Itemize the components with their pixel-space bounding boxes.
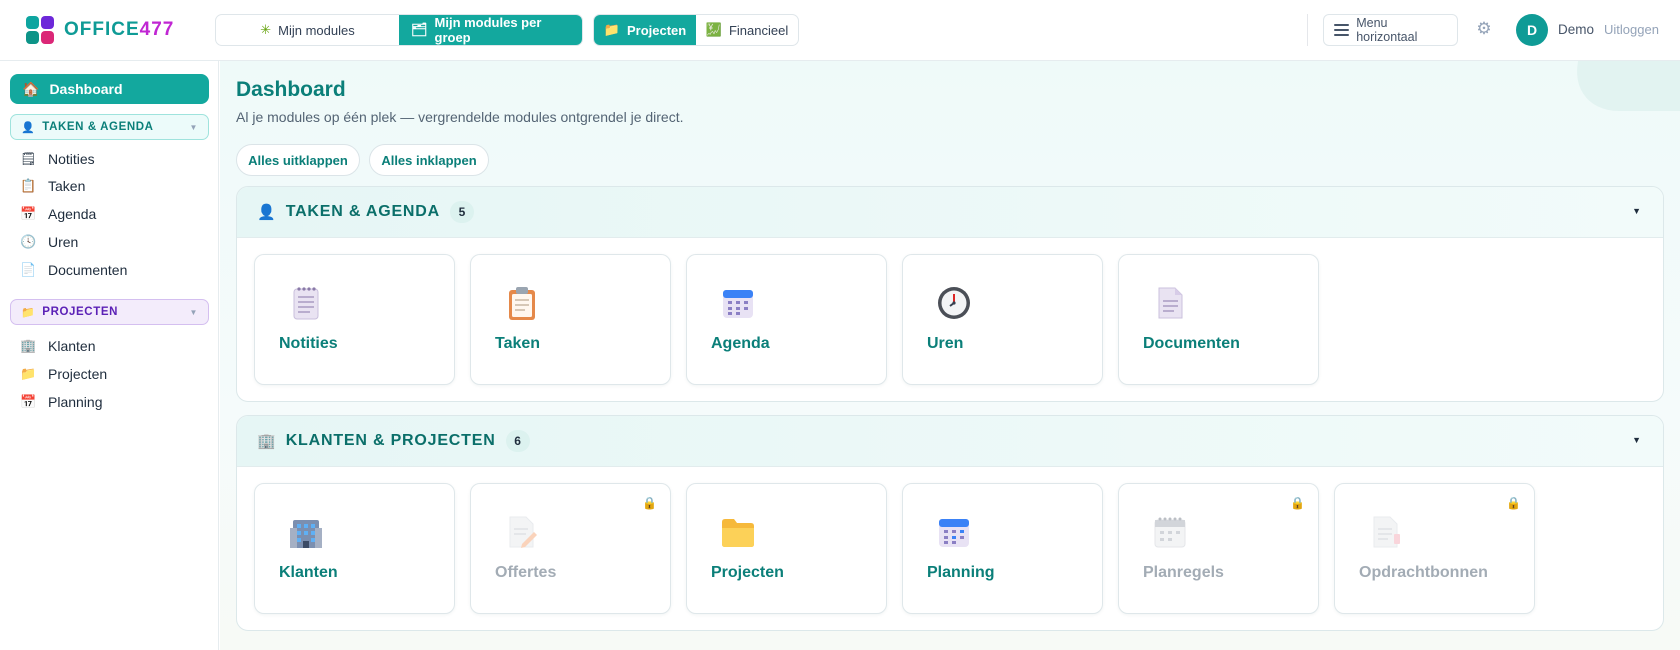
tab-mijn-modules[interactable]: ✳ Mijn modules <box>216 15 399 45</box>
puzzle-icon: ✳ <box>260 22 272 37</box>
sidebar-group-projecten[interactable]: 📁 PROJECTEN ▼ <box>10 299 209 325</box>
module-card-uren[interactable]: Uren <box>902 254 1103 385</box>
sidebar: 🏠 Dashboard 👤 TAKEN & AGENDA ▼ 🗒 Notitie… <box>0 61 219 650</box>
sidebar-group-taken-agenda[interactable]: 👤 TAKEN & AGENDA ▼ <box>10 114 209 140</box>
quote-document-icon <box>509 516 537 548</box>
module-view-switch: ✳ Mijn modules 🗂 Mijn modules per groep <box>215 14 583 46</box>
page-subtitle: Al je modules op één plek — vergrendelde… <box>236 109 684 125</box>
module-card-agenda[interactable]: Agenda <box>686 254 887 385</box>
module-card-klanten[interactable]: Klanten <box>254 483 455 614</box>
menu-horizontal-button[interactable]: Menu horizontaal <box>1323 14 1458 46</box>
module-card-projecten[interactable]: Projecten <box>686 483 887 614</box>
lock-icon: 🔒 <box>1506 496 1521 510</box>
section-taken-agenda: 👤 TAKEN & AGENDA 5 ▼ Notities Taken Agen… <box>236 186 1664 402</box>
expand-all-button[interactable]: Alles uitklappen <box>236 144 360 176</box>
folder-icon: 📁 <box>21 306 36 319</box>
avatar[interactable]: D <box>1516 14 1548 46</box>
tab-mijn-modules-per-groep[interactable]: 🗂 Mijn modules per groep <box>399 15 582 45</box>
gear-icon[interactable]: ⚙ <box>1475 20 1493 38</box>
order-document-icon <box>1373 516 1400 548</box>
folder-icon: 📁 <box>20 366 37 381</box>
module-card-notities[interactable]: Notities <box>254 254 455 385</box>
tab-financieel[interactable]: 💹 Financieel <box>696 15 798 45</box>
collapse-all-button[interactable]: Alles inklappen <box>369 144 489 176</box>
building-icon <box>290 520 322 548</box>
chevron-down-icon: ▼ <box>189 122 198 132</box>
chevron-down-icon[interactable]: ▼ <box>1632 206 1641 216</box>
lock-icon: 🔒 <box>1290 496 1305 510</box>
calendar-icon <box>723 290 753 318</box>
calendar-icon <box>939 519 969 547</box>
divider <box>1307 14 1308 46</box>
notepad-icon: 🗒 <box>20 151 37 166</box>
user-name: Demo <box>1558 22 1595 37</box>
section-header[interactable]: 👤 TAKEN & AGENDA 5 ▼ <box>237 187 1663 238</box>
tab-projecten[interactable]: 📁 Projecten <box>594 15 696 45</box>
brand-name: OFFICE477 <box>64 19 175 40</box>
clock-icon <box>938 287 970 319</box>
sidebar-item-taken[interactable]: 📋 Taken <box>20 175 85 197</box>
notepad-icon <box>293 287 319 320</box>
clipboard-icon <box>509 287 535 320</box>
logout-link[interactable]: Uitloggen <box>1604 22 1659 37</box>
folder-icon: 📁 <box>603 22 620 37</box>
finance-icon: 💹 <box>705 22 722 37</box>
module-card-planregels[interactable]: 🔒 Planregels <box>1118 483 1319 614</box>
document-icon <box>1158 287 1183 319</box>
sidebar-item-documenten[interactable]: 📄 Documenten <box>20 259 127 281</box>
count-badge: 5 <box>450 201 474 223</box>
logo-mark-icon <box>26 16 54 44</box>
building-icon: 🏢 <box>257 433 276 450</box>
section-klanten-projecten: 🏢 KLANTEN & PROJECTEN 6 ▼ Klanten 🔒 Offe… <box>236 415 1664 631</box>
spiral-calendar-icon <box>1154 517 1186 548</box>
clock-icon: 🕓 <box>20 234 37 249</box>
chevron-down-icon: ▼ <box>189 307 198 317</box>
document-icon: 📄 <box>20 262 37 277</box>
sidebar-item-dashboard[interactable]: 🏠 Dashboard <box>10 74 209 104</box>
hamburger-icon <box>1334 24 1349 36</box>
module-cards: Notities Taken Agenda Uren Documenten <box>237 238 1663 401</box>
sidebar-item-notities[interactable]: 🗒 Notities <box>20 148 95 170</box>
brand-logo[interactable]: OFFICE477 <box>26 16 174 44</box>
decorative-shape <box>1559 61 1680 111</box>
sidebar-item-planning[interactable]: 📅 Planning <box>20 391 103 413</box>
count-badge: 6 <box>505 430 530 452</box>
module-card-offertes[interactable]: 🔒 Offertes <box>470 483 671 614</box>
chevron-down-icon[interactable]: ▼ <box>1632 435 1641 445</box>
module-cards: Klanten 🔒 Offertes Projecten Planning 🔒 … <box>237 467 1663 630</box>
section-header[interactable]: 🏢 KLANTEN & PROJECTEN 6 ▼ <box>237 416 1663 467</box>
section-switch: 📁 Projecten 💹 Financieel <box>593 14 799 46</box>
person-icon: 👤 <box>21 121 36 134</box>
home-icon: 🏠 <box>22 80 40 97</box>
module-card-taken[interactable]: Taken <box>470 254 671 385</box>
sidebar-item-klanten[interactable]: 🏢 Klanten <box>20 335 95 357</box>
calendar-icon: 📅 <box>20 394 37 409</box>
lock-icon: 🔒 <box>642 496 657 510</box>
main-content: Dashboard Al je modules op één plek — ve… <box>220 61 1680 650</box>
folder-icon <box>722 519 754 547</box>
clipboard-icon: 📋 <box>20 178 37 193</box>
sidebar-item-agenda[interactable]: 📅 Agenda <box>20 203 96 225</box>
sidebar-item-projecten[interactable]: 📁 Projecten <box>20 363 107 385</box>
module-card-documenten[interactable]: Documenten <box>1118 254 1319 385</box>
folder-icon: 🗂 <box>411 22 428 37</box>
module-card-planning[interactable]: Planning <box>902 483 1103 614</box>
building-icon: 🏢 <box>20 338 37 353</box>
sidebar-item-uren[interactable]: 🕓 Uren <box>20 231 78 253</box>
page-title: Dashboard <box>236 78 346 101</box>
person-icon: 👤 <box>257 204 276 221</box>
top-bar: OFFICE477 ✳ Mijn modules 🗂 Mijn modules … <box>0 0 1680 61</box>
calendar-icon: 📅 <box>20 206 37 221</box>
module-card-opdrachtbonnen[interactable]: 🔒 Opdrachtbonnen <box>1334 483 1535 614</box>
